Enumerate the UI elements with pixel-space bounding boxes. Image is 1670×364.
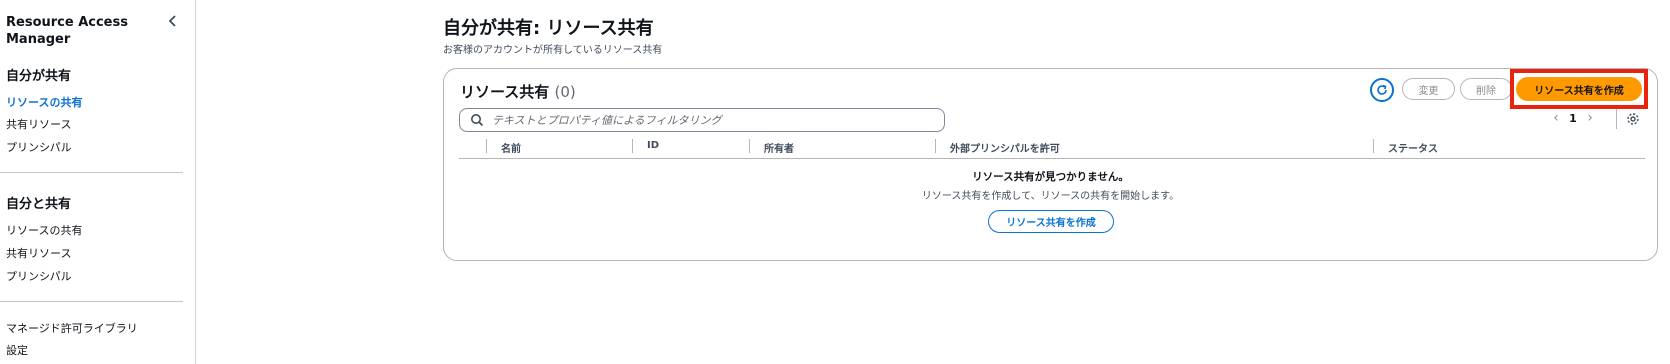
previous-page-icon[interactable]: ‹: [1549, 110, 1563, 126]
panel-title: リソース共有 (0): [460, 81, 576, 102]
section-heading-shared-with-me: 自分と共有: [6, 197, 72, 212]
panel-title-text: リソース共有: [460, 83, 550, 101]
sidebar: Resource Access Manager 自分が共有 リソースの共有 共有…: [0, 0, 196, 364]
next-page-icon[interactable]: ›: [1583, 110, 1597, 126]
sidebar-item-principals-by-me[interactable]: プリンシパル: [6, 139, 72, 155]
edit-button[interactable]: 変更: [1402, 78, 1455, 100]
sidebar-item-settings[interactable]: 設定: [6, 342, 28, 358]
empty-state-create-button[interactable]: リソース共有を作成: [988, 210, 1114, 233]
panel-count: (0): [554, 83, 576, 101]
pager-divider: [1616, 109, 1617, 129]
sidebar-item-resource-shares-with-me[interactable]: リソースの共有: [6, 222, 82, 238]
sidebar-item-resource-shares-by-me[interactable]: リソースの共有: [6, 94, 82, 110]
collapse-sidebar-icon[interactable]: [166, 13, 180, 29]
column-divider: [1373, 139, 1374, 153]
column-header-owner[interactable]: 所有者: [764, 140, 794, 155]
filter-input[interactable]: [492, 113, 932, 127]
delete-button[interactable]: 削除: [1460, 78, 1512, 100]
service-title[interactable]: Resource Access Manager: [6, 14, 156, 48]
refresh-icon: [1377, 84, 1387, 95]
sidebar-item-managed-permissions[interactable]: マネージド許可ライブラリ: [6, 320, 138, 336]
sidebar-item-principals-with-me[interactable]: プリンシパル: [6, 268, 72, 284]
empty-state-title: リソース共有が見つかりません。: [972, 171, 1129, 183]
column-header-name[interactable]: 名前: [501, 140, 521, 155]
column-divider: [632, 139, 633, 153]
resource-shares-panel: リソース共有 (0) 変更 削除 リソース共有を作成 ‹ 1 › 名前 ID 所…: [443, 68, 1658, 261]
column-header-allow-external-principals[interactable]: 外部プリンシパルを許可: [950, 140, 1060, 155]
sidebar-divider: [0, 172, 183, 173]
search-icon: [471, 114, 484, 127]
refresh-button[interactable]: [1370, 78, 1394, 102]
pagination: ‹ 1 ›: [1549, 110, 1597, 126]
empty-state-description: リソース共有を作成して、リソースの共有を開始します。: [921, 191, 1180, 202]
gear-icon[interactable]: [1626, 112, 1640, 126]
section-heading-shared-by-me: 自分が共有: [6, 69, 72, 84]
column-divider: [749, 139, 750, 153]
column-divider: [935, 139, 936, 153]
page-subtitle: お客様のアカウントが所有しているリソース共有: [443, 45, 663, 56]
sidebar-item-shared-resources-by-me[interactable]: 共有リソース: [6, 116, 71, 132]
filter-search-box[interactable]: [459, 108, 945, 132]
column-divider: [486, 139, 487, 153]
highlight-box: [1510, 69, 1648, 109]
page-number[interactable]: 1: [1563, 112, 1583, 125]
sidebar-divider: [0, 301, 183, 302]
column-header-id[interactable]: ID: [647, 140, 659, 151]
table-header: 名前 ID 所有者 外部プリンシパルを許可 ステータス: [459, 137, 1645, 159]
page-title: 自分が共有: リソース共有: [443, 18, 654, 39]
column-header-status[interactable]: ステータス: [1388, 140, 1438, 155]
sidebar-item-shared-resources-with-me[interactable]: 共有リソース: [6, 245, 71, 261]
